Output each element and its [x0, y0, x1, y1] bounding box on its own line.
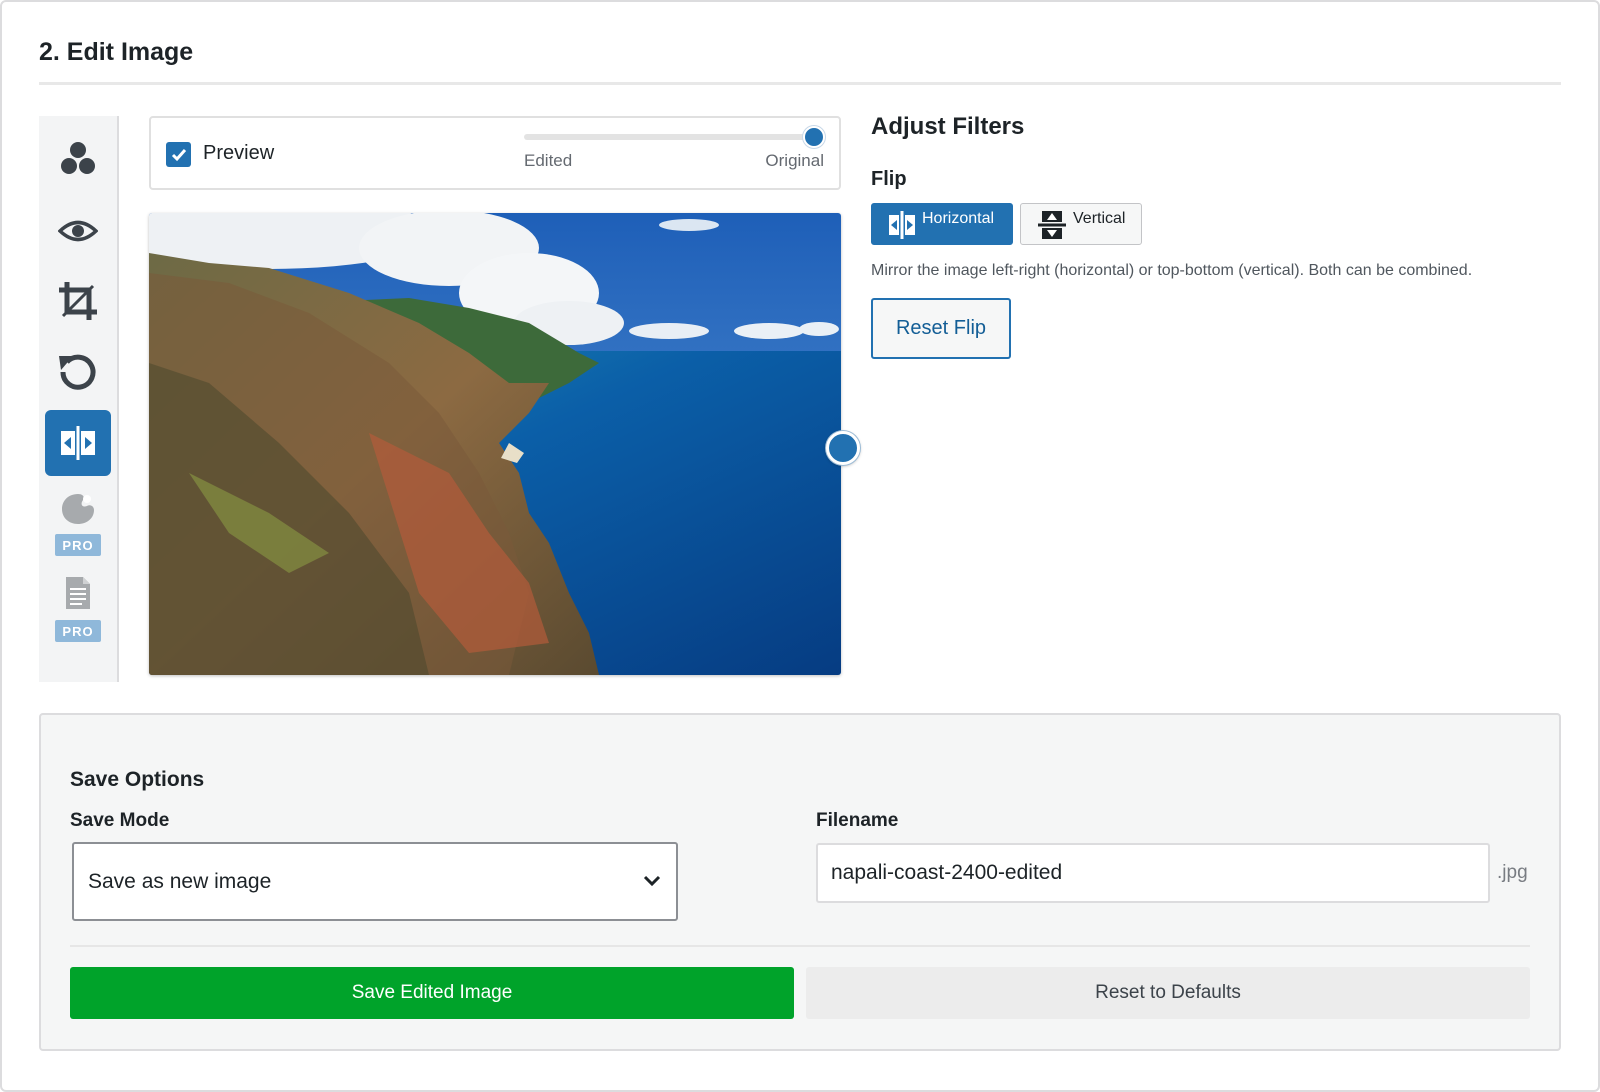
tool-document[interactable] — [45, 568, 111, 618]
preview-bar: Preview Edited Original — [149, 116, 841, 190]
preview-checkbox[interactable] — [166, 142, 191, 167]
eye-icon — [58, 220, 98, 242]
slider-original-label: Original — [765, 151, 824, 170]
flip-horizontal-button[interactable]: Horizontal — [871, 203, 1013, 245]
landscape-image — [149, 213, 841, 675]
flip-label: Flip — [871, 168, 907, 190]
tool-preview[interactable] — [45, 198, 111, 264]
save-mode-label: Save Mode — [70, 810, 170, 831]
document-icon — [66, 577, 90, 609]
chevron-down-icon — [642, 874, 662, 893]
save-divider — [70, 945, 1530, 947]
preview-label: Preview — [203, 142, 275, 164]
section-title: 2. Edit Image — [39, 38, 194, 66]
filters-icon — [61, 142, 95, 174]
pro-badge: PRO — [55, 620, 101, 642]
adjust-filters-title: Adjust Filters — [871, 113, 1025, 140]
tool-palette[interactable] — [45, 484, 111, 534]
palette-icon — [62, 494, 94, 524]
save-options-title: Save Options — [70, 768, 205, 791]
flip-horizontal-icon — [888, 210, 916, 245]
save-mode-select[interactable]: Save as new image — [72, 842, 678, 921]
tool-rotate[interactable] — [45, 338, 111, 404]
flip-vertical-button[interactable]: Vertical — [1020, 203, 1142, 245]
edited-image — [149, 213, 841, 675]
filename-label: Filename — [816, 810, 899, 831]
file-extension: .jpg — [1497, 862, 1528, 883]
reset-flip-button[interactable]: Reset Flip — [871, 298, 1011, 359]
save-mode-value: Save as new image — [88, 870, 272, 893]
flip-vertical-label: Vertical — [1073, 210, 1126, 227]
title-divider — [39, 82, 1561, 85]
tool-sidebar: PRO PRO — [39, 116, 119, 682]
crop-icon — [59, 282, 97, 320]
tool-flip[interactable] — [45, 410, 111, 476]
pro-badge: PRO — [55, 534, 101, 556]
checkmark-icon — [171, 148, 186, 161]
save-edited-image-button[interactable]: Save Edited Image — [70, 967, 794, 1019]
rotate-icon — [59, 354, 96, 390]
flip-description: Mirror the image left-right (horizontal)… — [871, 262, 1473, 279]
comparison-handle[interactable] — [826, 431, 860, 465]
flip-horizontal-label: Horizontal — [922, 210, 995, 227]
comparison-slider-track[interactable] — [524, 134, 818, 140]
reset-to-defaults-button[interactable]: Reset to Defaults — [806, 967, 1530, 1019]
tool-crop[interactable] — [45, 268, 111, 334]
flip-vertical-icon — [1037, 210, 1067, 245]
comparison-slider-thumb[interactable] — [803, 126, 825, 148]
slider-edited-label: Edited — [524, 151, 573, 170]
filename-input[interactable] — [816, 843, 1490, 903]
tool-filters[interactable] — [45, 126, 111, 192]
flip-icon — [61, 426, 95, 460]
